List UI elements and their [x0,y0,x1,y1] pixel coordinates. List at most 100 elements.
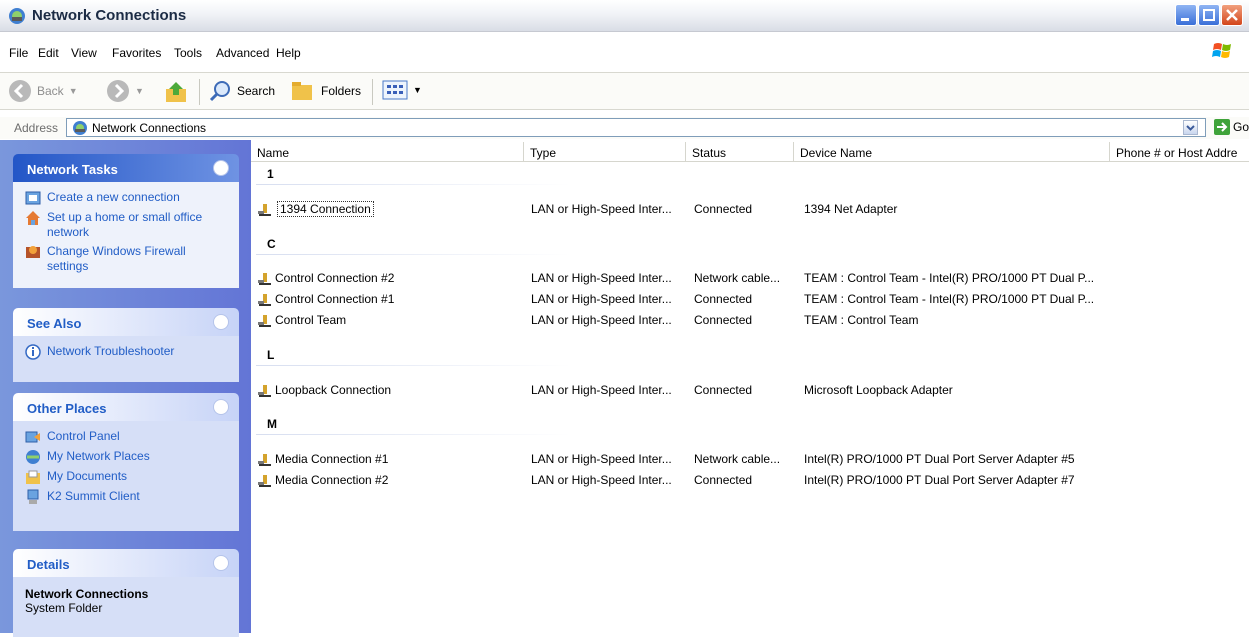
network-tasks-body: Create a new connection Set up a home or… [13,182,239,288]
my-documents-icon [26,470,40,484]
connection-device: TEAM : Control Team - Intel(R) PRO/1000 … [804,292,1095,306]
menu-favorites[interactable]: Favorites [112,46,161,60]
column-header-status[interactable]: Status [686,142,794,162]
address-input[interactable]: Network Connections [66,118,1206,137]
views-icon [382,80,408,100]
table-row[interactable]: Media Connection #1 LAN or High-Speed In… [251,450,1249,468]
group-divider [256,434,571,435]
connection-name: Media Connection #1 [275,452,389,466]
connection-type: LAN or High-Speed Inter... [531,202,672,216]
menu-bar: File Edit View Favorites Tools Advanced … [0,40,1249,64]
collapse-chevron-icon[interactable] [213,314,229,330]
place-my-network-places[interactable]: My Network Places [25,449,229,465]
connection-device: Microsoft Loopback Adapter [804,383,953,397]
column-header-phone-host[interactable]: Phone # or Host Addre [1110,142,1249,162]
connection-device: Intel(R) PRO/1000 PT Dual Port Server Ad… [804,452,1075,466]
table-row[interactable]: Control Connection #1 LAN or High-Speed … [251,290,1249,308]
group-label: 1 [267,167,274,181]
menu-help[interactable]: Help [276,46,301,60]
other-places-header[interactable]: Other Places [13,393,239,421]
table-row[interactable]: Loopback Connection LAN or High-Speed In… [251,381,1249,399]
network-tasks-header[interactable]: Network Tasks [13,154,239,182]
connection-device: TEAM : Control Team - Intel(R) PRO/1000 … [804,271,1095,285]
column-header-type[interactable]: Type [524,142,686,162]
column-header-device-name[interactable]: Device Name [794,142,1110,162]
details-panel: Details Network Connections System Folde… [13,549,239,637]
see-also-title: See Also [27,316,82,331]
task-label: Network Troubleshooter [47,344,175,358]
forward-dropdown-icon[interactable]: ▼ [135,86,144,96]
details-body: Network Connections System Folder [13,577,239,637]
place-my-documents[interactable]: My Documents [25,469,229,485]
network-tasks-title: Network Tasks [27,162,118,177]
folders-icon [292,82,312,100]
group-label: L [267,348,275,362]
see-also-header[interactable]: See Also [13,308,239,336]
maximize-button[interactable] [1198,4,1220,26]
table-row[interactable]: Media Connection #2 LAN or High-Speed In… [251,471,1249,489]
go-label: Go [1233,120,1249,134]
collapse-chevron-icon[interactable] [213,160,229,176]
close-button[interactable] [1221,4,1243,26]
task-pane: Network Tasks Create a new connection Se… [0,140,251,637]
collapse-chevron-icon[interactable] [213,399,229,415]
minimize-button[interactable] [1175,4,1197,26]
folders-label: Folders [321,84,362,98]
task-create-connection[interactable]: Create a new connection [25,190,229,206]
forward-button[interactable]: ▼ [106,79,144,103]
menu-edit[interactable]: Edit [38,46,59,60]
table-row[interactable]: Control Team LAN or High-Speed Inter... … [251,311,1249,329]
back-button[interactable]: Back ▼ [8,79,78,103]
chevron-down-icon [1186,125,1195,131]
connection-device: TEAM : Control Team [804,313,919,327]
other-places-panel: Other Places Control Panel My Network Pl… [13,393,239,531]
menu-tools[interactable]: Tools [174,46,202,60]
group-label: M [267,417,277,431]
task-firewall-settings[interactable]: Change Windows Firewall settings [25,244,229,274]
title-bar[interactable]: Network Connections [0,0,1249,32]
views-dropdown-icon[interactable]: ▼ [413,85,422,95]
menu-advanced[interactable]: Advanced [216,46,269,60]
task-home-network[interactable]: Set up a home or small office network [25,210,229,240]
collapse-chevron-icon[interactable] [213,555,229,571]
lan-connection-icon [258,294,271,306]
views-button[interactable]: ▼ [382,79,422,101]
table-row[interactable]: Control Connection #2 LAN or High-Speed … [251,269,1249,287]
place-k2-summit-client[interactable]: K2 Summit Client [25,489,229,505]
windows-logo-icon [1212,43,1231,58]
task-network-troubleshooter[interactable]: Network Troubleshooter [25,344,229,360]
connection-name: Control Team [275,313,347,327]
folders-button[interactable]: Folders [290,79,361,103]
address-dropdown-button[interactable] [1183,120,1198,135]
group-divider [256,365,571,366]
place-label: My Network Places [47,449,150,463]
connection-status: Connected [694,383,753,397]
lan-connection-icon [258,204,271,216]
go-button[interactable]: Go [1214,119,1249,135]
see-also-body: Network Troubleshooter [13,336,239,382]
search-label: Search [237,84,276,98]
menu-file[interactable]: File [9,46,28,60]
search-icon [209,81,230,102]
connection-name: Control Connection #2 [275,271,395,285]
table-row[interactable]: 1394 Connection LAN or High-Speed Inter.… [251,200,1249,218]
back-dropdown-icon[interactable]: ▼ [69,86,78,96]
connection-status: Connected [694,292,753,306]
up-folder-button[interactable] [164,79,190,105]
task-label: Create a new connection [47,190,180,204]
network-tasks-panel: Network Tasks Create a new connection Se… [13,154,239,288]
details-header[interactable]: Details [13,549,239,577]
back-label: Back [37,84,64,98]
lan-connection-icon [258,454,271,466]
forward-arrow-icon [107,80,129,102]
place-label: My Documents [47,469,128,483]
task-label: Change Windows Firewall settings [47,244,186,273]
toolbar-separator [372,79,373,105]
firewall-icon [26,246,40,258]
task-label: Set up a home or small office network [47,210,203,239]
menu-view[interactable]: View [71,46,97,60]
search-button[interactable]: Search [208,79,275,103]
computer-icon [27,489,39,504]
place-control-panel[interactable]: Control Panel [25,429,229,445]
column-header-name[interactable]: Name [251,142,524,162]
